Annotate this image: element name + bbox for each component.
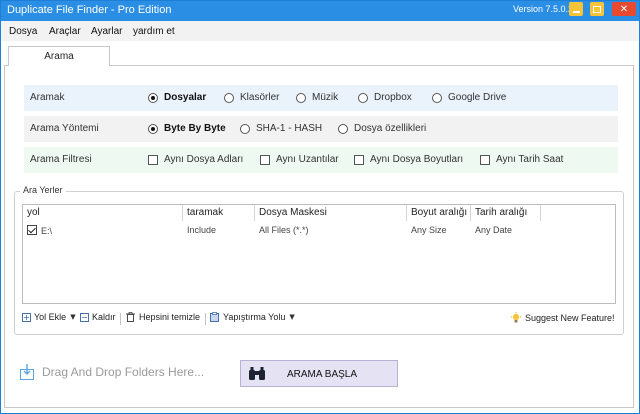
- start-search-button[interactable]: ARAMA BAŞLA: [240, 360, 398, 387]
- suggest-feature-button[interactable]: Suggest New Feature!: [510, 312, 615, 324]
- plus-icon: +: [22, 312, 31, 322]
- title-bar: Duplicate File Finder - Pro Edition Vers…: [1, 1, 639, 21]
- chevron-down-icon: ▼: [289, 313, 295, 321]
- radio-icon: [338, 123, 348, 134]
- binoculars-icon: [249, 367, 265, 380]
- window-title: Duplicate File Finder - Pro Edition: [7, 4, 172, 16]
- radio-icon: [224, 92, 234, 103]
- menu-dosya[interactable]: Dosya: [9, 26, 37, 37]
- row-date-cell: Any Date: [475, 225, 513, 235]
- trash-icon: [126, 312, 135, 322]
- search-locations-title: Ara Yerler: [20, 185, 66, 195]
- version-label: Version 7.5.0.2: [513, 4, 574, 14]
- radio-selected-icon: [148, 123, 158, 134]
- toolbar-separator: [120, 313, 121, 325]
- radio-dosyalar[interactable]: Dosyalar: [148, 92, 206, 103]
- checkbox-icon: [148, 154, 158, 165]
- radio-dropbox[interactable]: Dropbox: [358, 92, 412, 103]
- close-button[interactable]: ✕: [612, 2, 636, 16]
- download-icon: [20, 364, 34, 380]
- radio-dosya-ozellikleri[interactable]: Dosya özellikleri: [338, 123, 426, 134]
- row-path-cell: E:\: [23, 223, 183, 239]
- chevron-down-icon: ▼: [70, 313, 76, 321]
- column-header-path[interactable]: yol: [23, 205, 183, 221]
- checkbox-same-datetime[interactable]: Aynı Tarih Saat: [480, 154, 563, 165]
- row-mask-cell: All Files (*.*): [259, 225, 309, 235]
- checkbox-same-names[interactable]: Aynı Dosya Adları: [148, 154, 243, 165]
- radio-icon: [240, 123, 250, 134]
- menu-bar: Dosya Araçlar Ayarlar yardım et: [1, 21, 639, 41]
- remove-button[interactable]: − Kaldır: [80, 312, 116, 322]
- search-type-label: Aramak: [30, 92, 65, 103]
- start-search-label: ARAMA BAŞLA: [287, 369, 358, 380]
- lightbulb-icon: [511, 312, 521, 323]
- checkbox-same-extensions[interactable]: Aynı Uzantılar: [260, 154, 339, 165]
- checkbox-icon: [260, 154, 270, 165]
- toolbar-separator: [205, 313, 206, 325]
- menu-yardim[interactable]: yardım et: [133, 26, 175, 37]
- checkbox-icon: [480, 154, 490, 165]
- checkbox-same-sizes[interactable]: Aynı Dosya Boyutları: [354, 154, 463, 165]
- drop-zone[interactable]: Drag And Drop Folders Here...: [20, 364, 204, 380]
- close-icon: ✕: [619, 3, 629, 15]
- column-header-mask[interactable]: Dosya Maskesi: [255, 205, 407, 221]
- minus-icon: −: [80, 312, 89, 322]
- column-header-date[interactable]: Tarih aralığı: [471, 205, 541, 221]
- paste-path-button[interactable]: Yapıştırma Yolu ▼: [210, 312, 295, 322]
- menu-ayarlar[interactable]: Ayarlar: [91, 26, 123, 37]
- clipboard-icon: [210, 312, 219, 322]
- radio-klasorler[interactable]: Klasörler: [224, 92, 279, 103]
- search-settings: Aramak Dosyalar Klasörler Müzik Dropbox …: [24, 85, 618, 177]
- menu-araclar[interactable]: Araçlar: [49, 26, 81, 37]
- locations-table: yol taramak Dosya Maskesi Boyut aralığı …: [22, 204, 616, 304]
- column-header-scan[interactable]: taramak: [183, 205, 255, 221]
- maximize-icon: [590, 2, 604, 16]
- locations-toolbar: + Yol Ekle ▼ − Kaldır Hepsini temizle Yapış…: [22, 312, 616, 328]
- radio-icon: [358, 92, 368, 103]
- search-filter-label: Arama Filtresi: [30, 154, 92, 165]
- radio-selected-icon: [148, 92, 158, 103]
- maximize-button[interactable]: [590, 2, 604, 16]
- radio-sha1-hash[interactable]: SHA-1 - HASH: [240, 123, 322, 134]
- search-type-row: Aramak Dosyalar Klasörler Müzik Dropbox …: [24, 85, 618, 111]
- radio-muzik[interactable]: Müzik: [296, 92, 338, 103]
- search-filter-row: Arama Filtresi Aynı Dosya Adları Aynı Uz…: [24, 147, 618, 173]
- minimize-button[interactable]: [569, 2, 583, 16]
- row-checkbox[interactable]: [27, 225, 37, 235]
- minimize-icon: [569, 2, 583, 16]
- add-path-button[interactable]: + Yol Ekle ▼: [22, 312, 76, 322]
- tab-arama[interactable]: Arama: [8, 46, 110, 66]
- checkbox-icon: [354, 154, 364, 165]
- radio-icon: [296, 92, 306, 103]
- row-size-cell: Any Size: [411, 225, 447, 235]
- clear-all-button[interactable]: Hepsini temizle: [126, 312, 200, 322]
- radio-icon: [432, 92, 442, 103]
- column-header-size[interactable]: Boyut aralığı: [407, 205, 471, 221]
- search-method-label: Arama Yöntemi: [30, 123, 99, 134]
- radio-byte-by-byte[interactable]: Byte By Byte: [148, 123, 226, 134]
- row-scan-cell: Include: [187, 225, 217, 235]
- drop-zone-label: Drag And Drop Folders Here...: [42, 365, 205, 379]
- radio-google-drive[interactable]: Google Drive: [432, 92, 506, 103]
- search-method-row: Arama Yöntemi Byte By Byte SHA-1 - HASH …: [24, 116, 618, 142]
